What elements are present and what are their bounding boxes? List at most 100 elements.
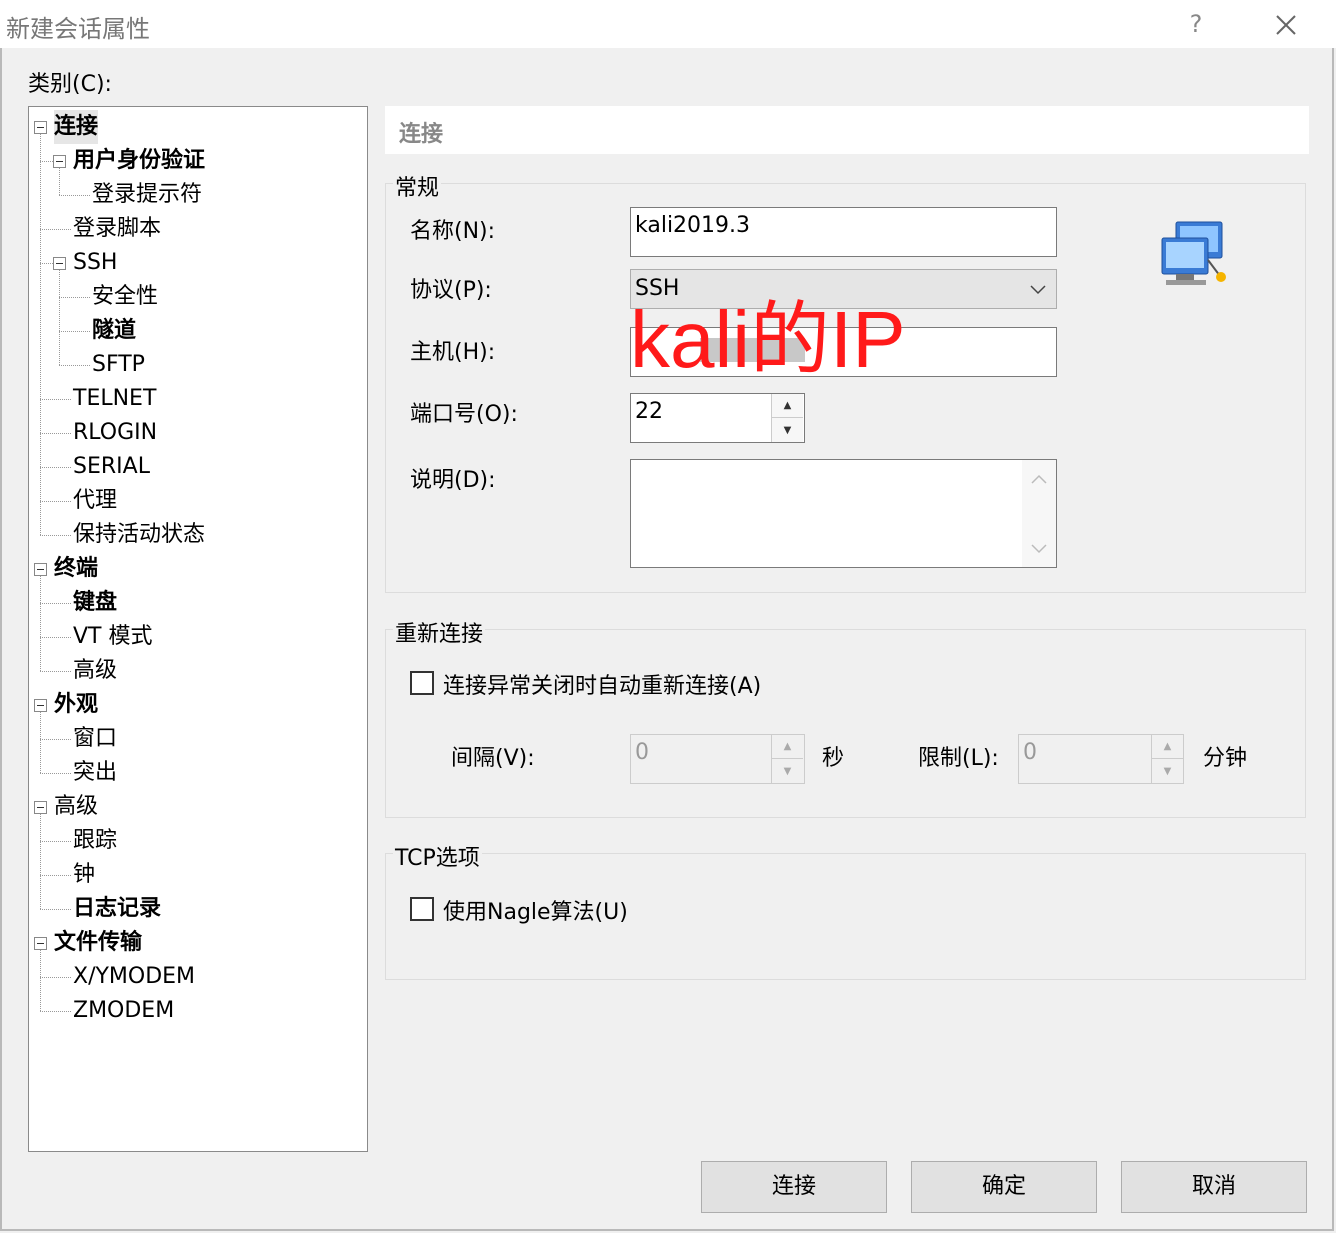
tree-item[interactable]: 隧道 bbox=[92, 314, 136, 348]
tree-collapse-icon[interactable] bbox=[34, 699, 47, 712]
scroll-down-icon[interactable] bbox=[1031, 544, 1047, 554]
port-value: 22 bbox=[635, 399, 663, 424]
tree-collapse-icon[interactable] bbox=[34, 801, 47, 814]
network-computers-icon bbox=[1161, 221, 1226, 285]
tree-item[interactable]: SERIAL bbox=[73, 450, 150, 484]
category-tree[interactable]: 连接 用户身份验证登录提示符登录脚本 SSH 安全性隧道 SFTP TELNET RLOGI… bbox=[28, 106, 368, 1152]
tree-connector-line bbox=[40, 1011, 71, 1012]
tree-item[interactable]: SSH bbox=[73, 246, 117, 280]
tcp-group-title: TCP选项 bbox=[393, 840, 482, 872]
tree-connector-line bbox=[40, 229, 71, 230]
nagle-checkbox[interactable] bbox=[410, 897, 434, 921]
description-textarea[interactable] bbox=[630, 459, 1057, 568]
tree-connector-line bbox=[40, 603, 71, 604]
tree-item[interactable]: VT 模式 bbox=[73, 620, 152, 654]
tree-item[interactable]: 高级 bbox=[54, 790, 98, 824]
tree-item-label: VT 模式 bbox=[73, 624, 153, 649]
port-up-arrow-icon[interactable]: ▲ bbox=[772, 394, 803, 418]
tree-item-label: 跟踪 bbox=[73, 828, 118, 853]
tree-item-label: 键盘 bbox=[73, 590, 118, 615]
tree-connector-line bbox=[40, 950, 41, 1011]
tree-item[interactable]: 跟踪 bbox=[73, 824, 117, 858]
tree-connector-line bbox=[40, 576, 41, 671]
tree-collapse-icon[interactable] bbox=[53, 257, 66, 270]
tree-item-label: SSH bbox=[73, 250, 118, 275]
name-label: 名称(N): bbox=[410, 219, 496, 244]
tree-connector-line bbox=[59, 270, 60, 365]
interval-down-arrow-icon[interactable]: ▼ bbox=[772, 759, 803, 783]
tree-item[interactable]: 外观 bbox=[54, 688, 98, 722]
tree-item[interactable]: 窗口 bbox=[73, 722, 117, 756]
tree-item[interactable]: 登录脚本 bbox=[73, 212, 161, 246]
tree-item[interactable]: 钟 bbox=[73, 858, 95, 892]
help-button[interactable]: ? bbox=[1176, 6, 1216, 42]
tree-item-label: 日志记录 bbox=[73, 896, 162, 921]
auto-reconnect-checkbox[interactable] bbox=[410, 671, 434, 695]
tree-connector-line bbox=[40, 841, 71, 842]
tree-item-label: 代理 bbox=[73, 488, 118, 513]
description-scrollbar[interactable] bbox=[1022, 460, 1056, 567]
ok-button[interactable]: 确定 bbox=[911, 1161, 1097, 1213]
tree-item[interactable]: ZMODEM bbox=[73, 994, 174, 1028]
tree-collapse-icon[interactable] bbox=[34, 563, 47, 576]
tree-connector-line bbox=[40, 875, 71, 876]
tree-item[interactable]: SFTP bbox=[92, 348, 145, 382]
auto-reconnect-label: 连接异常关闭时自动重新连接(A) bbox=[443, 674, 762, 699]
close-button[interactable] bbox=[1266, 6, 1306, 42]
title-bar: 新建会话属性 ? bbox=[0, 0, 1336, 48]
port-down-arrow-icon[interactable]: ▼ bbox=[772, 418, 803, 442]
tree-item-label: 突出 bbox=[73, 760, 118, 785]
tree-item[interactable]: 代理 bbox=[73, 484, 117, 518]
tree-item-label: SERIAL bbox=[73, 454, 150, 479]
scroll-up-icon[interactable] bbox=[1031, 474, 1047, 484]
tree-item[interactable]: 文件传输 bbox=[54, 926, 142, 960]
tree-item[interactable]: 登录提示符 bbox=[92, 178, 202, 212]
tree-item-label: 终端 bbox=[54, 556, 99, 581]
tree-item-label: SFTP bbox=[92, 352, 145, 377]
tree-collapse-icon[interactable] bbox=[34, 937, 47, 950]
tree-item[interactable]: TELNET bbox=[73, 382, 156, 416]
tree-connector-line bbox=[40, 637, 71, 638]
tree-collapse-icon[interactable] bbox=[34, 121, 47, 134]
tree-item[interactable]: 突出 bbox=[73, 756, 117, 790]
tree-item[interactable]: 连接 bbox=[54, 110, 99, 144]
tree-connector-line bbox=[59, 168, 60, 195]
reconnect-group-title: 重新连接 bbox=[393, 616, 486, 648]
port-spinner[interactable]: ▲ ▼ bbox=[771, 394, 803, 442]
name-input[interactable]: kali2019.3 bbox=[630, 207, 1057, 257]
tree-item-label: 钟 bbox=[73, 862, 96, 887]
tree-item-label: 高级 bbox=[73, 658, 118, 683]
close-icon bbox=[1276, 15, 1296, 35]
tree-item[interactable]: 日志记录 bbox=[73, 892, 161, 926]
tree-item[interactable]: 保持活动状态 bbox=[73, 518, 205, 552]
tree-item[interactable]: 安全性 bbox=[92, 280, 158, 314]
tree-item[interactable]: X/YMODEM bbox=[73, 960, 195, 994]
host-label: 主机(H): bbox=[410, 340, 496, 365]
interval-spinner[interactable]: ▲ ▼ bbox=[771, 735, 803, 783]
tree-item-label: 高级 bbox=[54, 794, 99, 819]
tree-item[interactable]: 高级 bbox=[73, 654, 117, 688]
host-annotation: kali的IP bbox=[630, 295, 906, 384]
cancel-button[interactable]: 取消 bbox=[1121, 1161, 1307, 1213]
tree-connector-line bbox=[59, 365, 90, 366]
tree-item[interactable]: 终端 bbox=[54, 552, 98, 586]
tree-connector-line bbox=[40, 263, 53, 264]
tree-connector-line bbox=[40, 535, 71, 536]
tree-item-label: 登录提示符 bbox=[92, 182, 203, 207]
tree-collapse-icon[interactable] bbox=[53, 155, 66, 168]
tree-item[interactable]: 键盘 bbox=[73, 586, 117, 620]
limit-spinner[interactable]: ▲ ▼ bbox=[1151, 735, 1183, 783]
tree-item[interactable]: RLOGIN bbox=[73, 416, 157, 450]
tree-connector-line bbox=[40, 773, 71, 774]
tree-connector-line bbox=[40, 134, 41, 535]
connect-button[interactable]: 连接 bbox=[701, 1161, 887, 1213]
interval-up-arrow-icon[interactable]: ▲ bbox=[772, 735, 803, 759]
tree-item[interactable]: 用户身份验证 bbox=[73, 144, 205, 178]
tree-item-label: 安全性 bbox=[92, 284, 159, 309]
tree-item-label: 隧道 bbox=[92, 318, 137, 343]
limit-up-arrow-icon[interactable]: ▲ bbox=[1152, 735, 1183, 759]
tree-connector-line bbox=[40, 909, 71, 910]
tree-item-label: TELNET bbox=[73, 386, 157, 411]
limit-down-arrow-icon[interactable]: ▼ bbox=[1152, 759, 1183, 783]
window-title: 新建会话属性 bbox=[6, 15, 150, 43]
